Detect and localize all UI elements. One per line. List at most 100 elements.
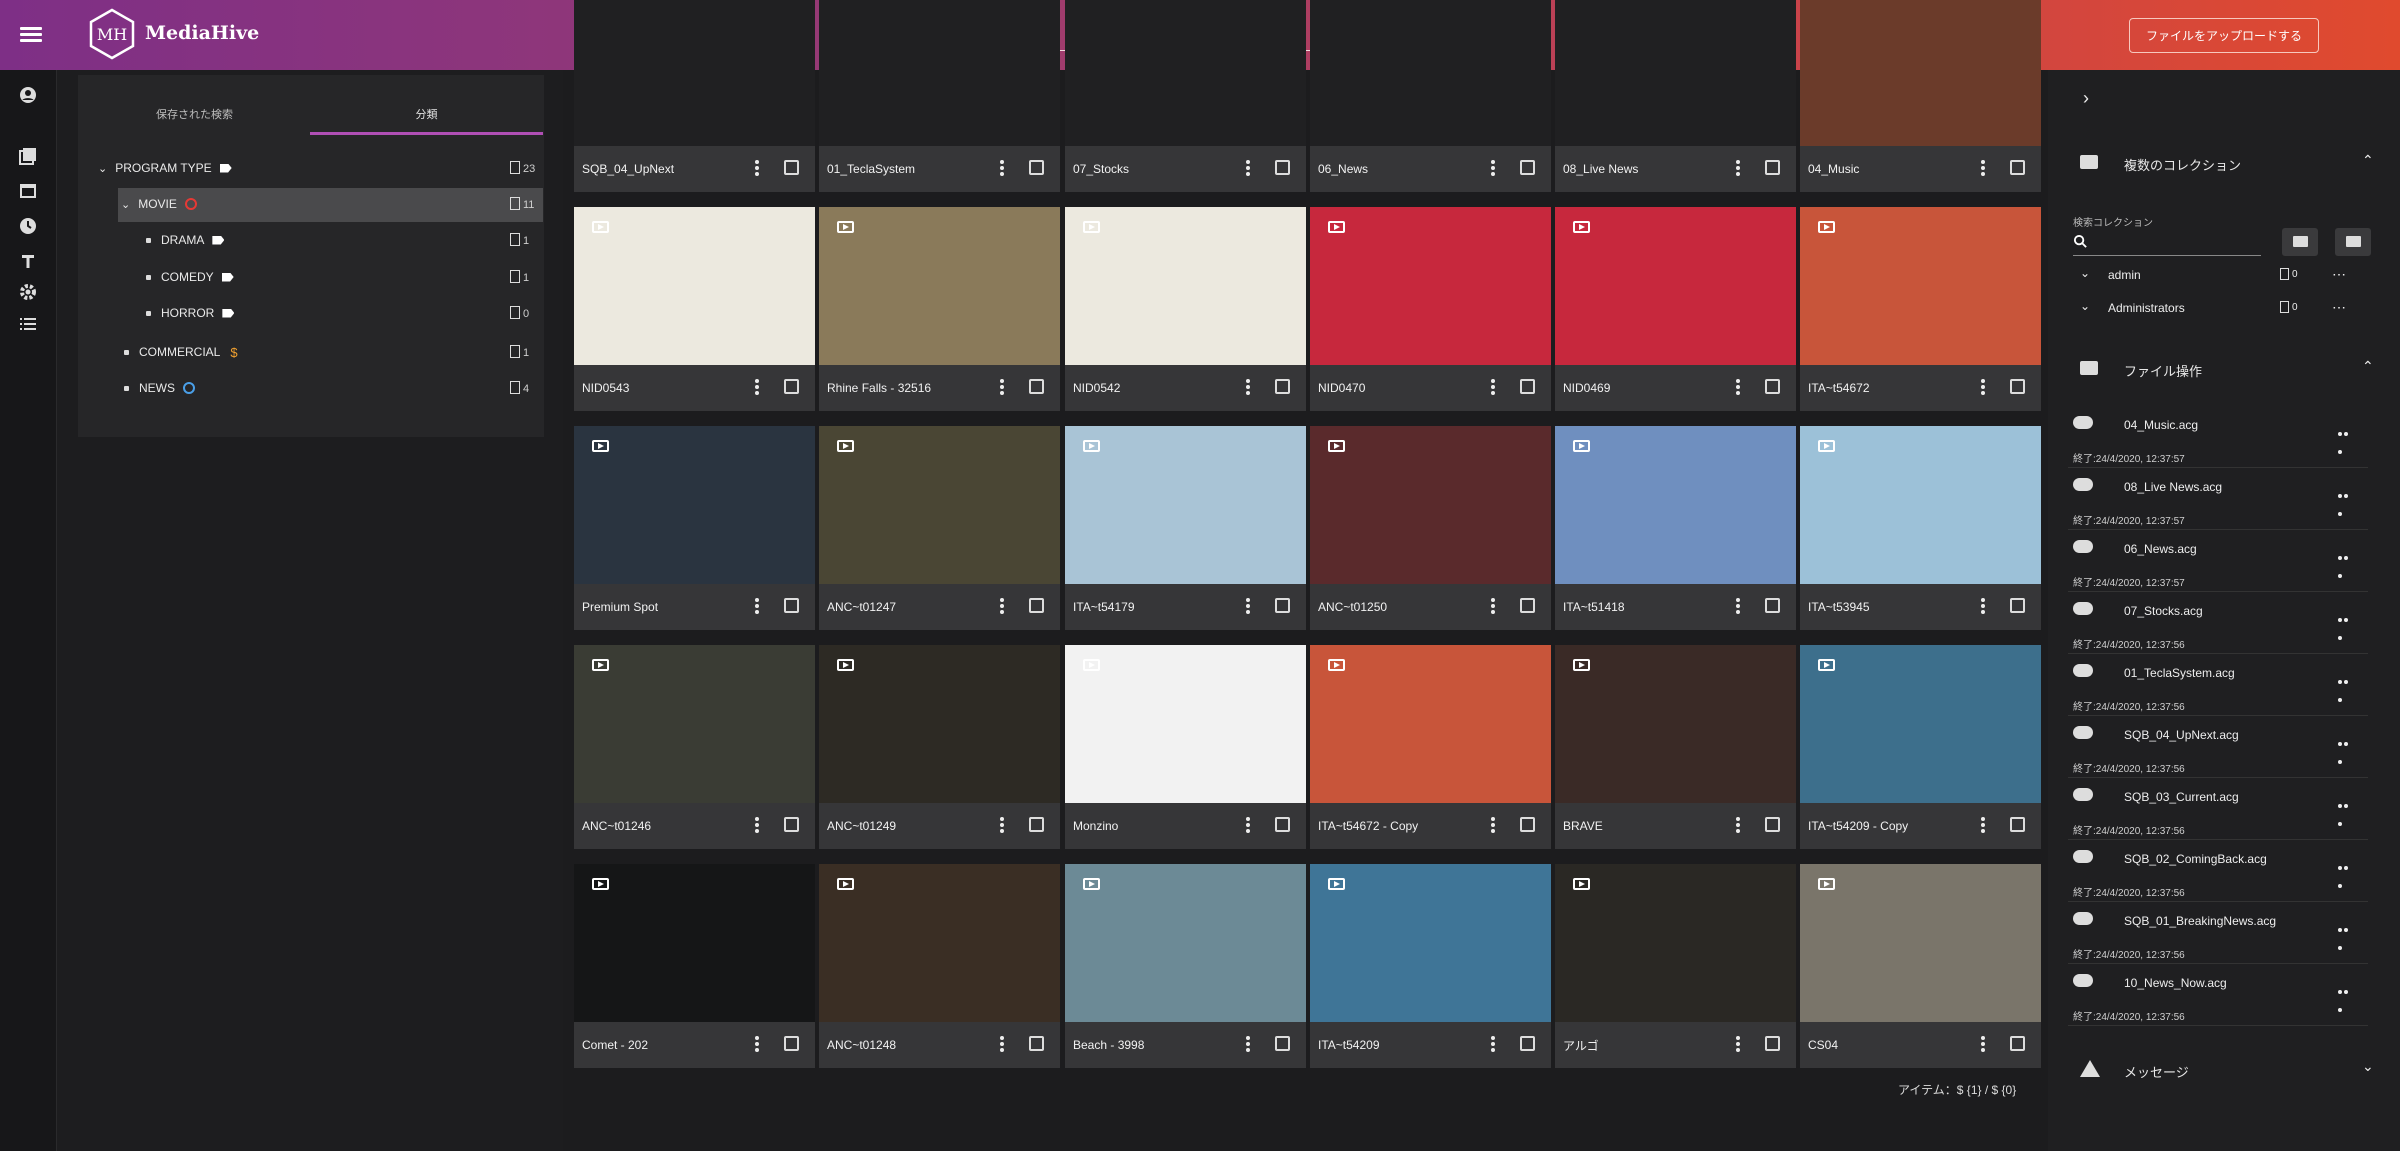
more-vert-icon[interactable] bbox=[1246, 379, 1250, 395]
select-checkbox[interactable] bbox=[1520, 160, 1535, 175]
media-card[interactable]: ANC~t01247 bbox=[819, 426, 1060, 630]
select-checkbox[interactable] bbox=[1520, 817, 1535, 832]
media-thumbnail[interactable] bbox=[574, 426, 815, 584]
collection-search-input[interactable] bbox=[2073, 230, 2261, 256]
tree-item-program-type[interactable]: ⌄ PROGRAM TYPE 23 bbox=[98, 152, 543, 184]
tab-saved-searches[interactable]: 保存された検索 bbox=[78, 96, 311, 132]
media-thumbnail[interactable] bbox=[574, 207, 815, 365]
select-checkbox[interactable] bbox=[1029, 160, 1044, 175]
more-vert-icon[interactable] bbox=[1491, 1036, 1495, 1052]
media-card[interactable]: ANC~t01249 bbox=[819, 645, 1060, 849]
media-card[interactable]: Rhine Falls - 32516 bbox=[819, 207, 1060, 411]
media-thumbnail[interactable] bbox=[1555, 0, 1796, 146]
select-checkbox[interactable] bbox=[1275, 817, 1290, 832]
media-thumbnail[interactable] bbox=[819, 207, 1060, 365]
media-card[interactable]: 01_TeclaSystem bbox=[819, 0, 1060, 192]
more-vert-icon[interactable] bbox=[1981, 379, 1985, 395]
more-vert-icon[interactable] bbox=[1736, 379, 1740, 395]
more-horiz-icon[interactable] bbox=[2338, 547, 2354, 578]
tree-item-comedy[interactable]: COMEDY 1 bbox=[146, 261, 543, 293]
select-checkbox[interactable] bbox=[1275, 1036, 1290, 1051]
more-vert-icon[interactable] bbox=[1491, 160, 1495, 176]
media-card[interactable]: ITA~t54672 bbox=[1800, 207, 2041, 411]
select-checkbox[interactable] bbox=[1029, 1036, 1044, 1051]
more-vert-icon[interactable] bbox=[1000, 817, 1004, 833]
more-vert-icon[interactable] bbox=[1736, 160, 1740, 176]
more-vert-icon[interactable] bbox=[1000, 598, 1004, 614]
more-vert-icon[interactable] bbox=[755, 160, 759, 176]
select-checkbox[interactable] bbox=[1520, 598, 1535, 613]
more-vert-icon[interactable] bbox=[1246, 1036, 1250, 1052]
media-thumbnail[interactable] bbox=[1800, 207, 2041, 365]
more-horiz-icon[interactable] bbox=[2338, 423, 2354, 454]
more-vert-icon[interactable] bbox=[1246, 598, 1250, 614]
media-card[interactable]: SQB_04_UpNext bbox=[574, 0, 815, 192]
select-checkbox[interactable] bbox=[784, 598, 799, 613]
more-horiz-icon[interactable] bbox=[2338, 733, 2354, 764]
more-vert-icon[interactable] bbox=[755, 817, 759, 833]
chevron-down-icon[interactable]: ⌄ bbox=[2080, 266, 2090, 280]
media-thumbnail[interactable] bbox=[1555, 645, 1796, 803]
tree-item-horror[interactable]: HORROR 0 bbox=[146, 297, 543, 329]
more-vert-icon[interactable] bbox=[1491, 598, 1495, 614]
select-checkbox[interactable] bbox=[784, 379, 799, 394]
media-card[interactable]: BRAVE bbox=[1555, 645, 1796, 849]
media-card[interactable]: 04_Music bbox=[1800, 0, 2041, 192]
more-vert-icon[interactable] bbox=[1736, 598, 1740, 614]
user-icon[interactable] bbox=[19, 86, 37, 104]
media-card[interactable]: Premium Spot bbox=[574, 426, 815, 630]
media-card[interactable]: ITA~t54209 - Copy bbox=[1800, 645, 2041, 849]
select-checkbox[interactable] bbox=[1275, 379, 1290, 394]
media-thumbnail[interactable] bbox=[1310, 645, 1551, 803]
more-horiz-icon[interactable] bbox=[2338, 609, 2354, 640]
media-card[interactable]: ITA~t53945 bbox=[1800, 426, 2041, 630]
more-vert-icon[interactable] bbox=[1000, 160, 1004, 176]
select-checkbox[interactable] bbox=[1029, 817, 1044, 832]
media-thumbnail[interactable] bbox=[1065, 645, 1306, 803]
more-vert-icon[interactable] bbox=[1736, 817, 1740, 833]
media-thumbnail[interactable] bbox=[1065, 207, 1306, 365]
more-vert-icon[interactable] bbox=[1736, 1036, 1740, 1052]
new-folder-button[interactable] bbox=[2335, 228, 2371, 256]
select-checkbox[interactable] bbox=[1520, 1036, 1535, 1051]
media-card[interactable]: ITA~t54209 bbox=[1310, 864, 1551, 1068]
library-icon[interactable] bbox=[19, 147, 37, 165]
more-horiz-icon[interactable] bbox=[2338, 795, 2354, 826]
select-checkbox[interactable] bbox=[1275, 160, 1290, 175]
upload-button[interactable]: ファイルをアップロードする bbox=[2129, 18, 2319, 53]
select-checkbox[interactable] bbox=[2010, 160, 2025, 175]
select-checkbox[interactable] bbox=[2010, 1036, 2025, 1051]
chevron-up-icon[interactable]: ⌃ bbox=[2362, 358, 2374, 375]
media-thumbnail[interactable] bbox=[1800, 426, 2041, 584]
more-horiz-icon[interactable] bbox=[2338, 857, 2354, 888]
more-vert-icon[interactable] bbox=[1981, 1036, 1985, 1052]
more-horiz-icon[interactable] bbox=[2338, 485, 2354, 516]
media-thumbnail[interactable] bbox=[574, 645, 815, 803]
more-vert-icon[interactable] bbox=[1491, 817, 1495, 833]
collection-item[interactable]: ⌄ Administrators 0 ⋯ bbox=[2080, 299, 2380, 319]
media-thumbnail[interactable] bbox=[1555, 426, 1796, 584]
more-vert-icon[interactable] bbox=[755, 598, 759, 614]
menu-icon[interactable] bbox=[20, 24, 42, 46]
media-card[interactable]: ITA~t54179 bbox=[1065, 426, 1306, 630]
media-card[interactable]: ITA~t54672 - Copy bbox=[1310, 645, 1551, 849]
more-horiz-icon[interactable]: ⋯ bbox=[2332, 266, 2346, 283]
media-card[interactable]: アルゴ bbox=[1555, 864, 1796, 1068]
media-thumbnail[interactable] bbox=[574, 864, 815, 1022]
media-card[interactable]: NID0543 bbox=[574, 207, 815, 411]
media-card[interactable]: 07_Stocks bbox=[1065, 0, 1306, 192]
select-checkbox[interactable] bbox=[2010, 379, 2025, 394]
media-thumbnail[interactable] bbox=[1310, 207, 1551, 365]
collection-item[interactable]: ⌄ admin 0 ⋯ bbox=[2080, 266, 2380, 286]
media-thumbnail[interactable] bbox=[819, 426, 1060, 584]
media-card[interactable]: NID0542 bbox=[1065, 207, 1306, 411]
select-checkbox[interactable] bbox=[784, 160, 799, 175]
media-card[interactable]: Beach - 3998 bbox=[1065, 864, 1306, 1068]
select-checkbox[interactable] bbox=[1275, 598, 1290, 613]
chevron-down-icon[interactable]: ⌄ bbox=[121, 198, 130, 211]
media-thumbnail[interactable] bbox=[1555, 864, 1796, 1022]
media-thumbnail[interactable] bbox=[819, 864, 1060, 1022]
more-vert-icon[interactable] bbox=[1981, 598, 1985, 614]
more-horiz-icon[interactable] bbox=[2338, 671, 2354, 702]
media-thumbnail[interactable] bbox=[1310, 864, 1551, 1022]
